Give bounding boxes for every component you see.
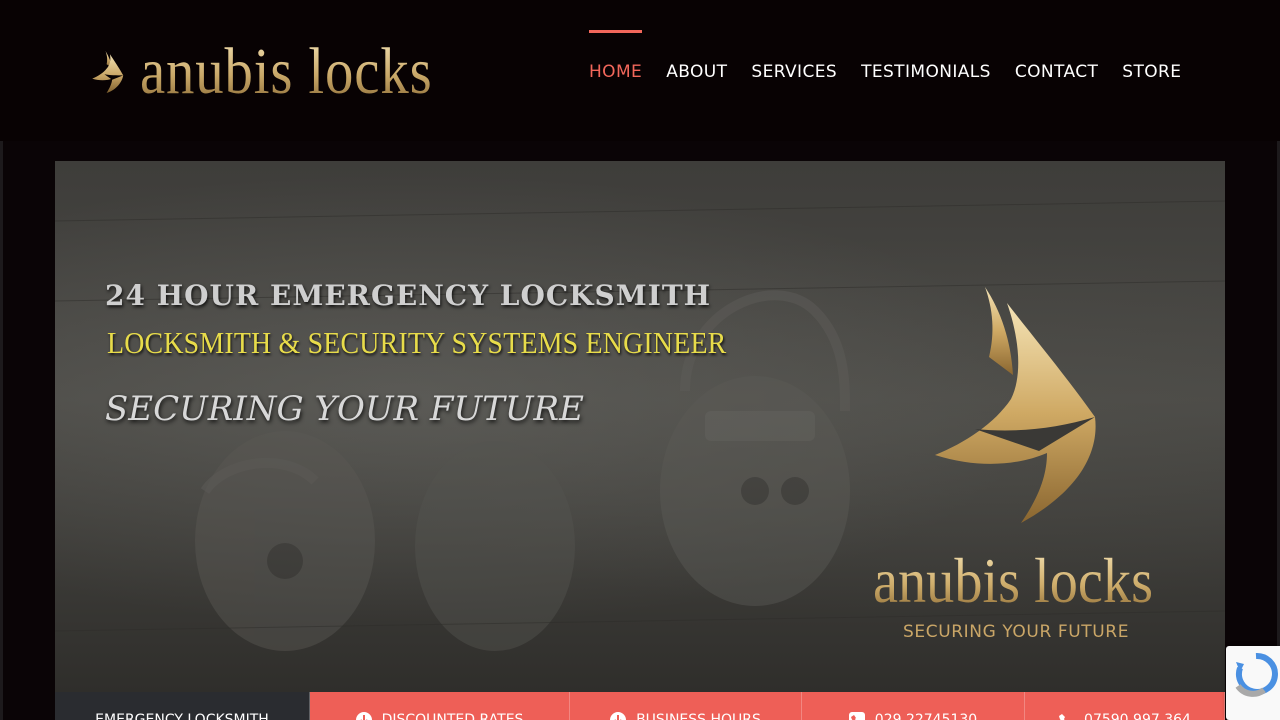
info-emergency-label: EMERGENCY LOCKSMITH	[95, 712, 269, 720]
info-discounted-label: DISCOUNTED RATES	[381, 712, 524, 720]
hero-subheadline: LOCKSMITH & SECURITY SYSTEMS ENGINEER	[107, 325, 727, 360]
site-logo[interactable]: anubis locks	[90, 28, 480, 116]
info-business-hours[interactable]: BUSINESS HOURS	[570, 692, 802, 720]
main-nav: HOME ABOUT SERVICES TESTIMONIALS CONTACT…	[577, 30, 1193, 114]
anubis-head-icon	[92, 50, 124, 94]
logo-text: anubis locks	[139, 35, 433, 108]
phone-icon	[848, 712, 865, 720]
arrow-down-circle-icon	[610, 712, 627, 720]
hero-headline: 24 HOUR EMERGENCY LOCKSMITH	[105, 279, 712, 312]
info-hours-label: BUSINESS HOURS	[636, 712, 761, 720]
info-mobile-phone[interactable]: 07590 997 364	[1025, 692, 1225, 720]
info-landline-phone[interactable]: 029 22745130	[802, 692, 1025, 720]
arrow-down-circle-icon	[355, 712, 372, 720]
anubis-logo-large-icon	[935, 287, 1096, 523]
nav-testimonials[interactable]: TESTIMONIALS	[849, 30, 1003, 114]
recaptcha-badge[interactable]	[1226, 646, 1280, 720]
info-bar: EMERGENCY LOCKSMITH DISCOUNTED RATES BUS…	[55, 692, 1225, 720]
hero-banner: 24 HOUR EMERGENCY LOCKSMITH LOCKSMITH & …	[55, 161, 1225, 692]
mobile-phone-icon	[1059, 714, 1066, 720]
info-landline-label: 029 22745130	[874, 712, 978, 720]
nav-about[interactable]: ABOUT	[654, 30, 739, 114]
recaptcha-icon	[1235, 652, 1278, 697]
info-emergency-locksmith[interactable]: EMERGENCY LOCKSMITH	[55, 692, 310, 720]
info-mobile-label: 07590 997 364	[1084, 712, 1191, 720]
hero-brand-name: anubis locks	[873, 545, 1154, 616]
nav-home[interactable]: HOME	[577, 30, 654, 114]
info-discounted-rates[interactable]: DISCOUNTED RATES	[310, 692, 570, 720]
nav-contact[interactable]: CONTACT	[1003, 30, 1110, 114]
nav-services[interactable]: SERVICES	[739, 30, 849, 114]
site-header: anubis locks HOME ABOUT SERVICES TESTIMO…	[0, 0, 1280, 141]
nav-store[interactable]: STORE	[1110, 30, 1193, 114]
hero-brand-tagline: SECURING YOUR FUTURE	[903, 622, 1130, 642]
page-border-left	[0, 141, 3, 720]
hero-slogan: SECURING YOUR FUTURE	[105, 389, 584, 429]
